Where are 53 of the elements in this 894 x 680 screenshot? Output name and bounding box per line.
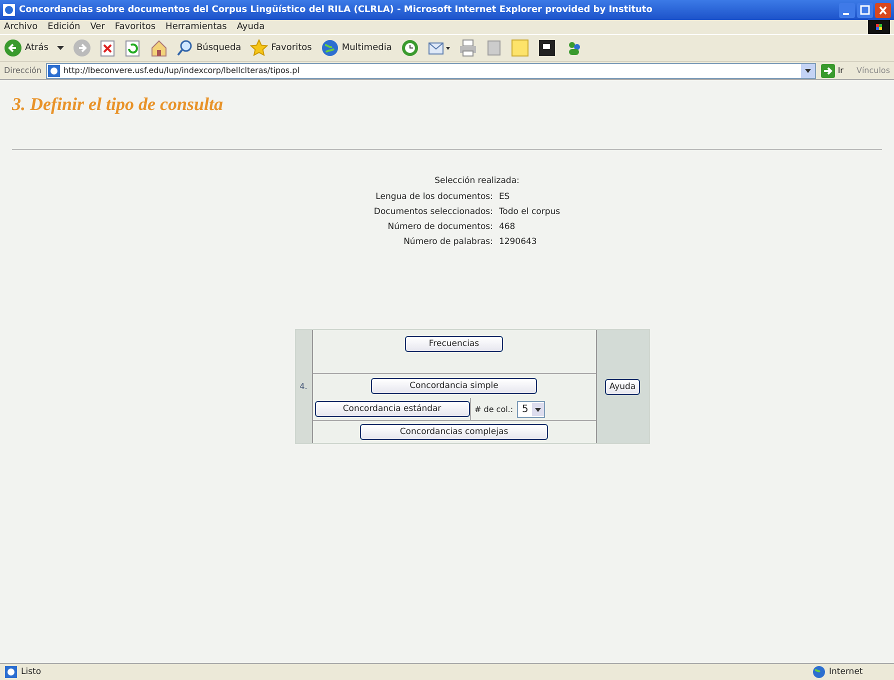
page-heading: 3. Definir el tipo de consulta — [12, 94, 224, 115]
zone-text: Internet — [829, 667, 864, 677]
dropdown-caret-icon[interactable] — [57, 46, 64, 50]
address-label: Dirección — [4, 66, 42, 75]
search-button[interactable]: Búsqueda — [177, 39, 242, 57]
query-button[interactable]: Concordancias complejas — [360, 424, 548, 440]
selection-label: Número de documentos: — [386, 222, 493, 232]
selection-label: Documentos seleccionados: — [372, 207, 493, 217]
selection-value: Todo el corpus — [498, 207, 562, 217]
page-icon — [48, 64, 60, 76]
home-icon[interactable] — [150, 39, 168, 57]
menu-item[interactable]: Edición — [48, 22, 80, 32]
refresh-icon[interactable] — [125, 39, 142, 57]
media-button[interactable]: Multimedia — [320, 39, 392, 57]
menu-item[interactable]: Archivo — [4, 22, 38, 32]
messenger-icon[interactable] — [538, 39, 556, 57]
selection-value: 1290643 — [498, 237, 538, 247]
back-button[interactable]: Atrás — [4, 39, 48, 57]
globe-icon — [813, 666, 825, 678]
selection-label: Número de palabras: — [402, 237, 493, 247]
close-icon[interactable] — [875, 2, 891, 18]
address-field[interactable]: http://lbeconvere.usf.edu/lup/indexcorp/lbellclteras/tipos.pl — [46, 62, 816, 78]
history-icon[interactable] — [400, 39, 419, 57]
window-title: Concordancias sobre documentos del Corpus Lingüístico del RILA (CLRLA) - Microsoft Internet Explorer provided by Instituto — [19, 5, 654, 15]
search-icon — [177, 39, 194, 57]
columns-label: # de col.: — [474, 404, 514, 414]
menu-item[interactable]: Favoritos — [114, 22, 156, 32]
selection-title: Selección realizada: — [434, 176, 520, 186]
stop-icon[interactable] — [100, 39, 116, 57]
menu-item[interactable]: Ayuda — [236, 22, 265, 32]
page-done-icon — [5, 666, 17, 678]
printer-icon[interactable] — [458, 39, 477, 57]
query-button[interactable]: Concordancia simple — [371, 378, 537, 394]
step-number: 4. — [300, 382, 308, 391]
selection-value: 468 — [498, 222, 516, 232]
browser-icon — [3, 4, 15, 16]
windows-logo-icon — [868, 20, 890, 34]
selection-value: ES — [498, 192, 511, 202]
menu-item[interactable]: Ver — [90, 22, 105, 32]
menu-item[interactable]: Herramientas — [166, 22, 227, 32]
globe-icon — [320, 39, 339, 57]
query-button[interactable]: Ayuda — [605, 378, 640, 394]
query-button[interactable]: Frecuencias — [405, 336, 503, 352]
query-button[interactable]: Concordancia estándar — [314, 401, 470, 417]
columns-select[interactable]: 5 — [517, 400, 546, 418]
go-arrow-icon — [820, 64, 835, 78]
favorites-button[interactable]: Favoritos — [250, 39, 312, 57]
go-button[interactable]: Ir — [820, 64, 844, 78]
maximize-icon[interactable] — [857, 2, 873, 18]
star-icon — [250, 39, 268, 57]
status-text: Listo — [21, 667, 42, 677]
minimize-icon[interactable] — [839, 2, 855, 18]
selection-label: Lengua de los documentos: — [374, 192, 493, 202]
